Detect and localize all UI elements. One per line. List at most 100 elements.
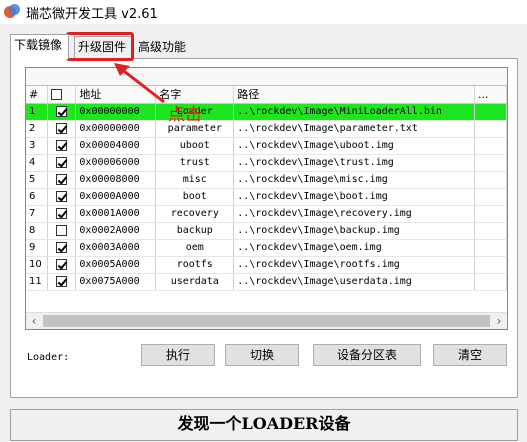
table-row[interactable]: 6 0x0000A000 boot ..\rockdev\Image\boot.img xyxy=(26,188,507,206)
column-header-more[interactable]: ... xyxy=(474,86,507,104)
row-check-cell[interactable] xyxy=(47,256,77,274)
row-checkbox[interactable] xyxy=(56,139,68,151)
row-more[interactable] xyxy=(474,205,507,223)
row-path[interactable]: ..\rockdev\Image\recovery.img xyxy=(233,205,476,223)
table-row[interactable]: 1 0x00000000 Loader ..\rockdev\Image\MiniLo… xyxy=(26,103,507,121)
row-address[interactable]: 0x0000A000 xyxy=(75,188,157,206)
scroll-right-icon[interactable]: › xyxy=(491,314,507,329)
horizontal-scrollbar[interactable]: ‹ › xyxy=(26,312,507,329)
row-checkbox[interactable] xyxy=(56,275,68,287)
table-row[interactable]: 8 0x0002A000 backup ..\rockdev\Image\backup… xyxy=(26,222,507,240)
row-path[interactable]: ..\rockdev\Image\backup.img xyxy=(233,222,476,240)
switch-button[interactable]: 切换 xyxy=(225,344,299,366)
row-index: 9 xyxy=(26,239,49,257)
table-row[interactable]: 2 0x00000000 parameter ..\rockdev\Image\par… xyxy=(26,120,507,138)
tab-download-image[interactable]: 下载镜像 xyxy=(10,34,69,59)
row-checkbox[interactable] xyxy=(56,105,68,117)
row-address[interactable]: 0x0075A000 xyxy=(75,273,157,291)
row-index: 1 xyxy=(26,103,49,121)
row-name[interactable]: userdata xyxy=(155,273,235,291)
column-header-index: # xyxy=(26,86,49,104)
row-check-cell[interactable] xyxy=(47,188,77,206)
row-path[interactable]: ..\rockdev\Image\boot.img xyxy=(233,188,476,206)
row-path[interactable]: ..\rockdev\Image\trust.img xyxy=(233,154,476,172)
annotation-arrow-icon xyxy=(114,63,165,104)
row-checkbox[interactable] xyxy=(56,258,68,270)
row-address[interactable]: 0x0001A000 xyxy=(75,205,157,223)
row-check-cell[interactable] xyxy=(47,205,77,223)
partition-grid: # 地址 名字 路径 ... 1 0x00000000 Loader ..\rockd… xyxy=(26,86,507,291)
table-row[interactable]: 5 0x00008000 misc ..\rockdev\Image\misc.img xyxy=(26,171,507,189)
row-more[interactable] xyxy=(474,256,507,274)
row-path[interactable]: ..\rockdev\Image\userdata.img xyxy=(233,273,476,291)
scrollbar-thumb[interactable] xyxy=(43,315,490,327)
row-address[interactable]: 0x0002A000 xyxy=(75,222,157,240)
table-top-strip xyxy=(26,68,507,86)
row-checkbox[interactable] xyxy=(56,207,68,219)
row-more[interactable] xyxy=(474,103,507,121)
row-index: 11 xyxy=(26,273,49,291)
row-name[interactable]: misc xyxy=(155,171,235,189)
run-button[interactable]: 执行 xyxy=(141,344,215,366)
row-more[interactable] xyxy=(474,222,507,240)
row-index: 6 xyxy=(26,188,49,206)
row-address[interactable]: 0x00000000 xyxy=(75,120,157,138)
select-all-checkbox[interactable] xyxy=(51,89,63,101)
row-name[interactable]: recovery xyxy=(155,205,235,223)
row-checkbox[interactable] xyxy=(56,122,68,134)
annotation-click-text: 点击 xyxy=(168,105,202,125)
row-more[interactable] xyxy=(474,120,507,138)
clear-button[interactable]: 清空 xyxy=(433,344,507,366)
row-more[interactable] xyxy=(474,273,507,291)
row-checkbox[interactable] xyxy=(56,190,68,202)
row-checkbox[interactable] xyxy=(56,173,68,185)
row-address[interactable]: 0x0003A000 xyxy=(75,239,157,257)
table-row[interactable]: 7 0x0001A000 recovery ..\rockdev\Image\reco… xyxy=(26,205,507,223)
row-path[interactable]: ..\rockdev\Image\rootfs.img xyxy=(233,256,476,274)
row-check-cell[interactable] xyxy=(47,137,77,155)
row-checkbox[interactable] xyxy=(56,241,68,253)
table-row[interactable]: 11 0x0075A000 userdata ..\rockdev\Image\use… xyxy=(26,273,507,291)
row-index: 8 xyxy=(26,222,49,240)
row-checkbox[interactable] xyxy=(56,156,68,168)
row-path[interactable]: ..\rockdev\Image\MiniLoaderAll.bin xyxy=(233,103,476,121)
row-address[interactable]: 0x0005A000 xyxy=(75,256,157,274)
row-address[interactable]: 0x00004000 xyxy=(75,137,157,155)
row-more[interactable] xyxy=(474,239,507,257)
row-check-cell[interactable] xyxy=(47,154,77,172)
scroll-left-icon[interactable]: ‹ xyxy=(26,314,42,329)
row-check-cell[interactable] xyxy=(47,103,77,121)
device-partition-table-button[interactable]: 设备分区表 xyxy=(313,344,421,366)
row-more[interactable] xyxy=(474,171,507,189)
row-path[interactable]: ..\rockdev\Image\misc.img xyxy=(233,171,476,189)
table-row[interactable]: 9 0x0003A000 oem ..\rockdev\Image\oem.img xyxy=(26,239,507,257)
row-address[interactable]: 0x00008000 xyxy=(75,171,157,189)
row-check-cell[interactable] xyxy=(47,222,77,240)
row-more[interactable] xyxy=(474,154,507,172)
row-path[interactable]: ..\rockdev\Image\uboot.img xyxy=(233,137,476,155)
row-address[interactable]: 0x00006000 xyxy=(75,154,157,172)
title-bar: 瑞芯微开发工具 v2.61 xyxy=(0,0,527,24)
row-path[interactable]: ..\rockdev\Image\parameter.txt xyxy=(233,120,476,138)
row-name[interactable]: rootfs xyxy=(155,256,235,274)
row-more[interactable] xyxy=(474,137,507,155)
row-name[interactable]: oem xyxy=(155,239,235,257)
row-check-cell[interactable] xyxy=(47,273,77,291)
row-more[interactable] xyxy=(474,188,507,206)
table-row[interactable]: 3 0x00004000 uboot ..\rockdev\Image\uboot.i… xyxy=(26,137,507,155)
row-name[interactable]: uboot xyxy=(155,137,235,155)
row-checkbox[interactable] xyxy=(56,224,68,236)
row-name[interactable]: boot xyxy=(155,188,235,206)
column-header-check[interactable] xyxy=(47,86,77,104)
tab-advanced-functions[interactable]: 高级功能 xyxy=(134,36,194,58)
partition-table: # 地址 名字 路径 ... 1 0x00000000 Loader ..\rockd… xyxy=(25,67,508,330)
table-row[interactable]: 10 0x0005A000 rootfs ..\rockdev\Image\rootf… xyxy=(26,256,507,274)
table-row[interactable]: 4 0x00006000 trust ..\rockdev\Image\trust.i… xyxy=(26,154,507,172)
row-check-cell[interactable] xyxy=(47,239,77,257)
row-name[interactable]: trust xyxy=(155,154,235,172)
row-index: 4 xyxy=(26,154,49,172)
row-check-cell[interactable] xyxy=(47,171,77,189)
row-path[interactable]: ..\rockdev\Image\oem.img xyxy=(233,239,476,257)
row-name[interactable]: backup xyxy=(155,222,235,240)
row-check-cell[interactable] xyxy=(47,120,77,138)
